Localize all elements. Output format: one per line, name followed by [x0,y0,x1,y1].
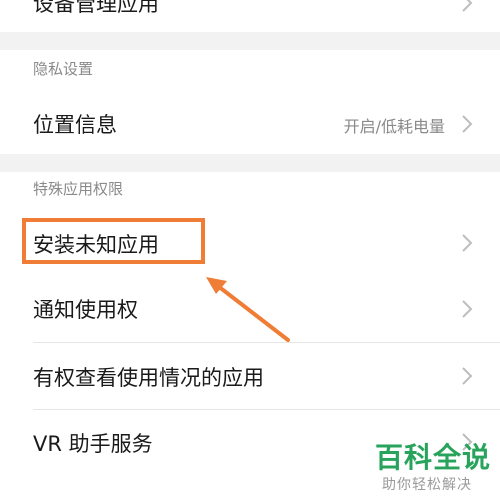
chevron-right-icon [462,367,473,385]
settings-item-usage-access[interactable]: 有权查看使用情况的应用 [0,344,500,408]
settings-item-label: 位置信息 [33,113,117,137]
chevron-right-icon [462,0,473,12]
chevron-right-icon [462,234,473,252]
settings-item-label: 设备管理应用 [33,0,159,16]
chevron-right-icon [462,115,473,133]
settings-item-label: 有权查看使用情况的应用 [33,366,264,390]
section-gap [0,32,500,50]
section-header-label: 隐私设置 [33,60,94,78]
annotation-arrow [206,277,290,342]
chevron-right-icon [462,300,473,318]
settings-item-label: VR 助手服务 [33,432,153,456]
row-divider [33,409,500,410]
section-header-label: 特殊应用权限 [33,180,124,198]
settings-item-value: 开启/低耗电量 [343,117,445,136]
section-header-privacy: 隐私设置 [0,50,500,94]
settings-item-device-admin[interactable]: 设备管理应用 [0,0,500,32]
section-header-special-permissions: 特殊应用权限 [0,172,500,212]
settings-item-label: 通知使用权 [33,298,138,322]
section-gap [0,154,500,172]
settings-page: 设备管理应用 隐私设置 位置信息 开启/低耗电量 特殊应用权限 安装未知应用 通… [0,0,500,500]
watermark-subtitle: 助你轻松解决 [382,477,472,493]
highlight-box [22,218,205,264]
watermark-logo: 百科全说 助你轻松解决 [375,436,495,496]
settings-item-location[interactable]: 位置信息 开启/低耗电量 [0,94,500,154]
watermark-title: 百科全说 [375,441,492,474]
